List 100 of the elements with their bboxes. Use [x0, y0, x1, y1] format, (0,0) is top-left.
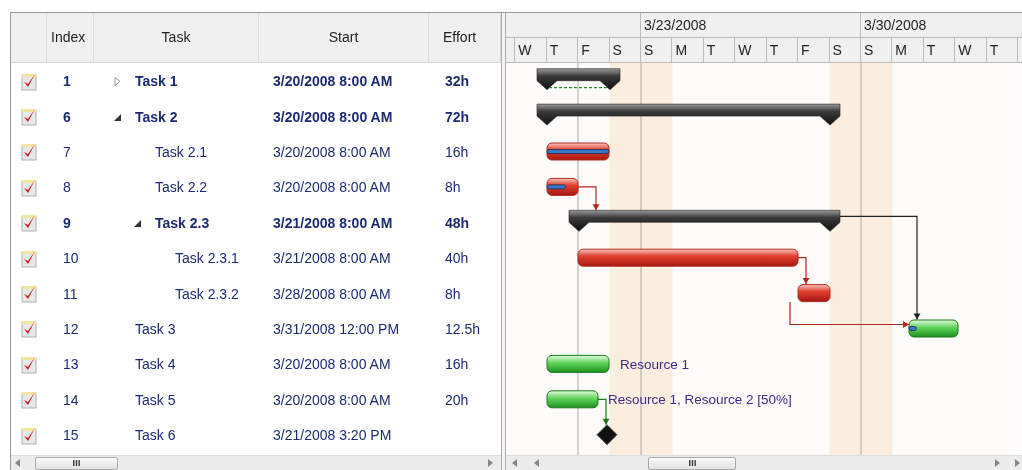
- task-name[interactable]: Task 5: [135, 389, 176, 411]
- column-header[interactable]: Start: [328, 27, 359, 48]
- dependency-arrow: [797, 257, 810, 285]
- checked-note-icon: [21, 391, 37, 410]
- week-label: 3/30/2008: [864, 15, 927, 35]
- scroll-left-icon[interactable]: [534, 459, 540, 467]
- collapsed-children-line: [548, 87, 609, 89]
- effort-value: 20h: [445, 391, 469, 408]
- day-label: W: [958, 40, 972, 60]
- start-date: 3/31/2008 12:00 PM: [273, 320, 400, 337]
- task-index: 12: [63, 320, 79, 337]
- effort-value: 8h: [445, 285, 461, 302]
- effort-value: 16h: [445, 143, 469, 160]
- task-index: 13: [63, 356, 79, 373]
- task-name[interactable]: Task 2: [135, 106, 178, 128]
- day-label: S: [644, 40, 654, 60]
- task-bar[interactable]: [546, 142, 610, 161]
- task-index: 8: [63, 179, 71, 196]
- start-date: 3/20/2008 8:00 AM: [273, 108, 393, 125]
- expand-toggle-icon[interactable]: [114, 77, 122, 87]
- task-name[interactable]: Task 2.2: [155, 177, 208, 199]
- start-date: 3/21/2008 3:20 PM: [273, 427, 392, 444]
- start-date: 3/20/2008 8:00 AM: [273, 143, 391, 160]
- scroll-right-icon[interactable]: [1014, 459, 1020, 467]
- column-header[interactable]: Index: [51, 27, 86, 48]
- day-label: T: [989, 40, 999, 60]
- day-label: T: [549, 40, 559, 60]
- start-date: 3/21/2008 8:00 AM: [273, 214, 393, 231]
- scrollbar-thumb[interactable]: [35, 456, 118, 470]
- checked-note-icon: [21, 178, 37, 197]
- start-date: 3/28/2008 8:00 AM: [273, 285, 391, 302]
- summary-bar[interactable]: [568, 210, 841, 232]
- checked-note-icon: [21, 285, 37, 304]
- scrollbar-thumb[interactable]: [648, 456, 736, 470]
- task-index: 10: [63, 250, 79, 267]
- task-name[interactable]: Task 2.3.2: [175, 283, 239, 305]
- effort-value: 32h: [445, 73, 470, 90]
- task-bar[interactable]: [546, 177, 579, 196]
- column-header[interactable]: Task: [161, 27, 191, 48]
- summary-bar[interactable]: [536, 68, 621, 90]
- checked-note-icon: [21, 72, 37, 91]
- scroll-left-icon[interactable]: [512, 459, 518, 467]
- start-date: 3/20/2008 8:00 AM: [273, 73, 393, 90]
- column-header[interactable]: Effort: [443, 27, 477, 48]
- scroll-left-icon[interactable]: [15, 459, 21, 467]
- milestone-diamond[interactable]: [596, 424, 618, 446]
- checked-note-icon: [21, 249, 37, 268]
- day-label: W: [738, 40, 752, 60]
- resource-label: Resource 1, Resource 2 [50%]: [608, 392, 792, 408]
- task-name[interactable]: Task 2.3: [155, 212, 210, 234]
- task-index: 7: [63, 143, 71, 160]
- task-name[interactable]: Task 3: [135, 318, 176, 340]
- day-label: S: [612, 40, 622, 60]
- task-name[interactable]: Task 4: [135, 354, 176, 376]
- scroll-right-icon[interactable]: [994, 459, 1000, 467]
- task-name[interactable]: Task 2.1: [155, 141, 208, 163]
- grip-icon: [73, 460, 80, 466]
- effort-value: 48h: [445, 214, 470, 231]
- start-date: 3/20/2008 8:00 AM: [273, 179, 391, 196]
- task-index: 11: [63, 285, 78, 302]
- day-label: M: [895, 40, 908, 60]
- day-label: S: [863, 40, 874, 60]
- start-date: 3/20/2008 8:00 AM: [273, 391, 391, 408]
- task-name[interactable]: Task 1: [135, 71, 178, 93]
- effort-value: 16h: [445, 356, 469, 373]
- day-label: T: [706, 40, 716, 60]
- week-label: 3/23/2008: [644, 15, 707, 35]
- day-label: T: [769, 40, 779, 60]
- day-label: F: [801, 40, 810, 60]
- effort-value: 8h: [445, 179, 461, 196]
- grip-icon: [688, 460, 696, 466]
- checked-note-icon: [21, 214, 37, 233]
- expand-toggle-icon[interactable]: [114, 112, 122, 122]
- task-index: 1: [63, 73, 71, 90]
- checked-note-icon: [21, 320, 37, 339]
- day-label: S: [832, 40, 842, 60]
- task-bar[interactable]: [797, 284, 831, 303]
- task-name[interactable]: Task 6: [135, 425, 176, 447]
- checked-note-icon: [21, 143, 37, 162]
- checked-note-icon: [21, 355, 37, 374]
- day-label: M: [675, 40, 688, 60]
- task-bar[interactable]: [908, 319, 959, 338]
- summary-bar[interactable]: [536, 103, 841, 126]
- checked-note-icon: [21, 108, 37, 127]
- expand-toggle-icon[interactable]: [134, 218, 142, 228]
- day-label: F: [581, 40, 590, 60]
- effort-value: 12.5h: [445, 320, 481, 337]
- task-index: 9: [63, 214, 71, 231]
- dependency-arrow: [577, 186, 600, 211]
- day-label: W: [518, 40, 532, 60]
- start-date: 3/20/2008 8:00 AM: [273, 356, 391, 373]
- task-name[interactable]: Task 2.3.1: [175, 248, 239, 270]
- day-label: T: [926, 40, 936, 60]
- dependency-arrow: [597, 398, 610, 426]
- task-index: 6: [63, 108, 71, 125]
- task-index: 15: [63, 427, 79, 444]
- scroll-right-icon[interactable]: [487, 459, 493, 467]
- effort-value: 40h: [445, 250, 469, 267]
- start-date: 3/21/2008 8:00 AM: [273, 250, 391, 267]
- task-index: 14: [63, 391, 79, 408]
